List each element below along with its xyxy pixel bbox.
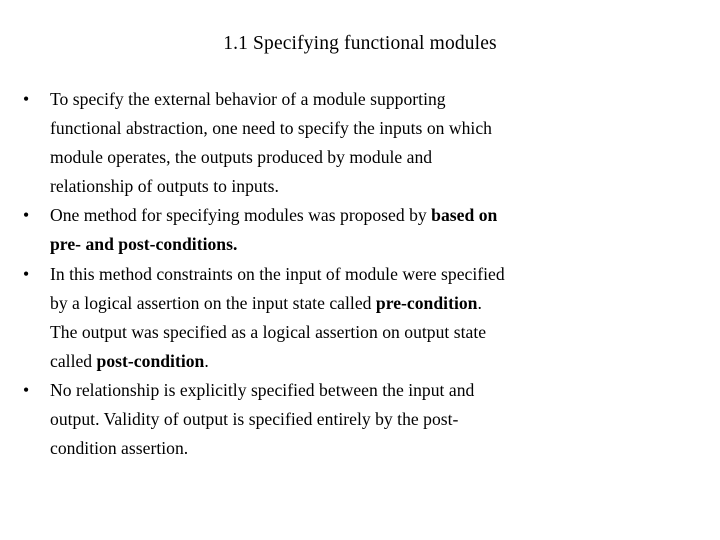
bullet-paragraph: No relationship is explicitly specified …: [50, 376, 674, 463]
body-text: One method for specifying modules was pr…: [50, 205, 432, 226]
bullet-item: • In this method constraints on the input…: [14, 260, 674, 376]
bullet-marker-icon: •: [23, 379, 30, 400]
emphasis-text: pre-condition: [375, 292, 478, 313]
bullet-marker-icon: •: [23, 205, 30, 226]
slide-canvas: 1.1 Specifying functional modules • To sp…: [0, 0, 720, 540]
bullet-line: pre- and post-conditions.: [50, 230, 674, 259]
bullet-line: by a logical assertion on the input stat…: [50, 289, 674, 318]
bullet-marker-icon: •: [23, 263, 30, 284]
bullet-line: The output was specified as a logical as…: [50, 318, 674, 347]
bullet-item: • No relationship is explicitly specified…: [14, 376, 674, 463]
body-text: by a logical assertion on the input stat…: [50, 292, 376, 313]
body-text: In this method constraints on the input …: [50, 263, 505, 284]
bullet-line: functional abstraction, one need to spec…: [50, 118, 492, 139]
bullet-line: called post-condition.: [50, 347, 674, 376]
bullet-line: No relationship is explicitly specified …: [50, 379, 475, 400]
bullet-marker-icon: •: [23, 89, 30, 109]
body-text: .: [204, 350, 209, 371]
bullet-line: In this method constraints on the input …: [50, 260, 674, 289]
slide-body: • To specify the external behavior of a m…: [14, 85, 674, 463]
bullet-paragraph: In this method constraints on the input …: [50, 260, 674, 376]
body-text: .: [477, 292, 482, 313]
body-text: The output was specified as a logical as…: [50, 321, 487, 342]
bullet-line: To specify the external behavior of a mo…: [50, 89, 446, 109]
bullet-paragraph: To specify the external behavior of a mo…: [50, 85, 674, 201]
bullet-line: output. Validity of output is specified …: [50, 409, 459, 430]
bullet-line: One method for specifying modules was pr…: [50, 201, 674, 230]
bullet-paragraph: One method for specifying modules was pr…: [50, 201, 674, 259]
bullet-item: • One method for specifying modules was p…: [14, 201, 674, 259]
page-title: 1.1 Specifying functional modules: [223, 33, 497, 54]
emphasis-text: pre- and post-conditions.: [50, 234, 238, 255]
bullet-line: module operates, the outputs produced by…: [50, 147, 433, 168]
emphasis-text: post-condition: [96, 350, 205, 371]
bullet-line: relationship of outputs to inputs.: [50, 176, 279, 197]
bullet-line: condition assertion.: [50, 438, 189, 459]
emphasis-text: based on: [431, 205, 498, 226]
body-text: called: [50, 350, 97, 371]
bullet-item: • To specify the external behavior of a m…: [14, 85, 674, 201]
